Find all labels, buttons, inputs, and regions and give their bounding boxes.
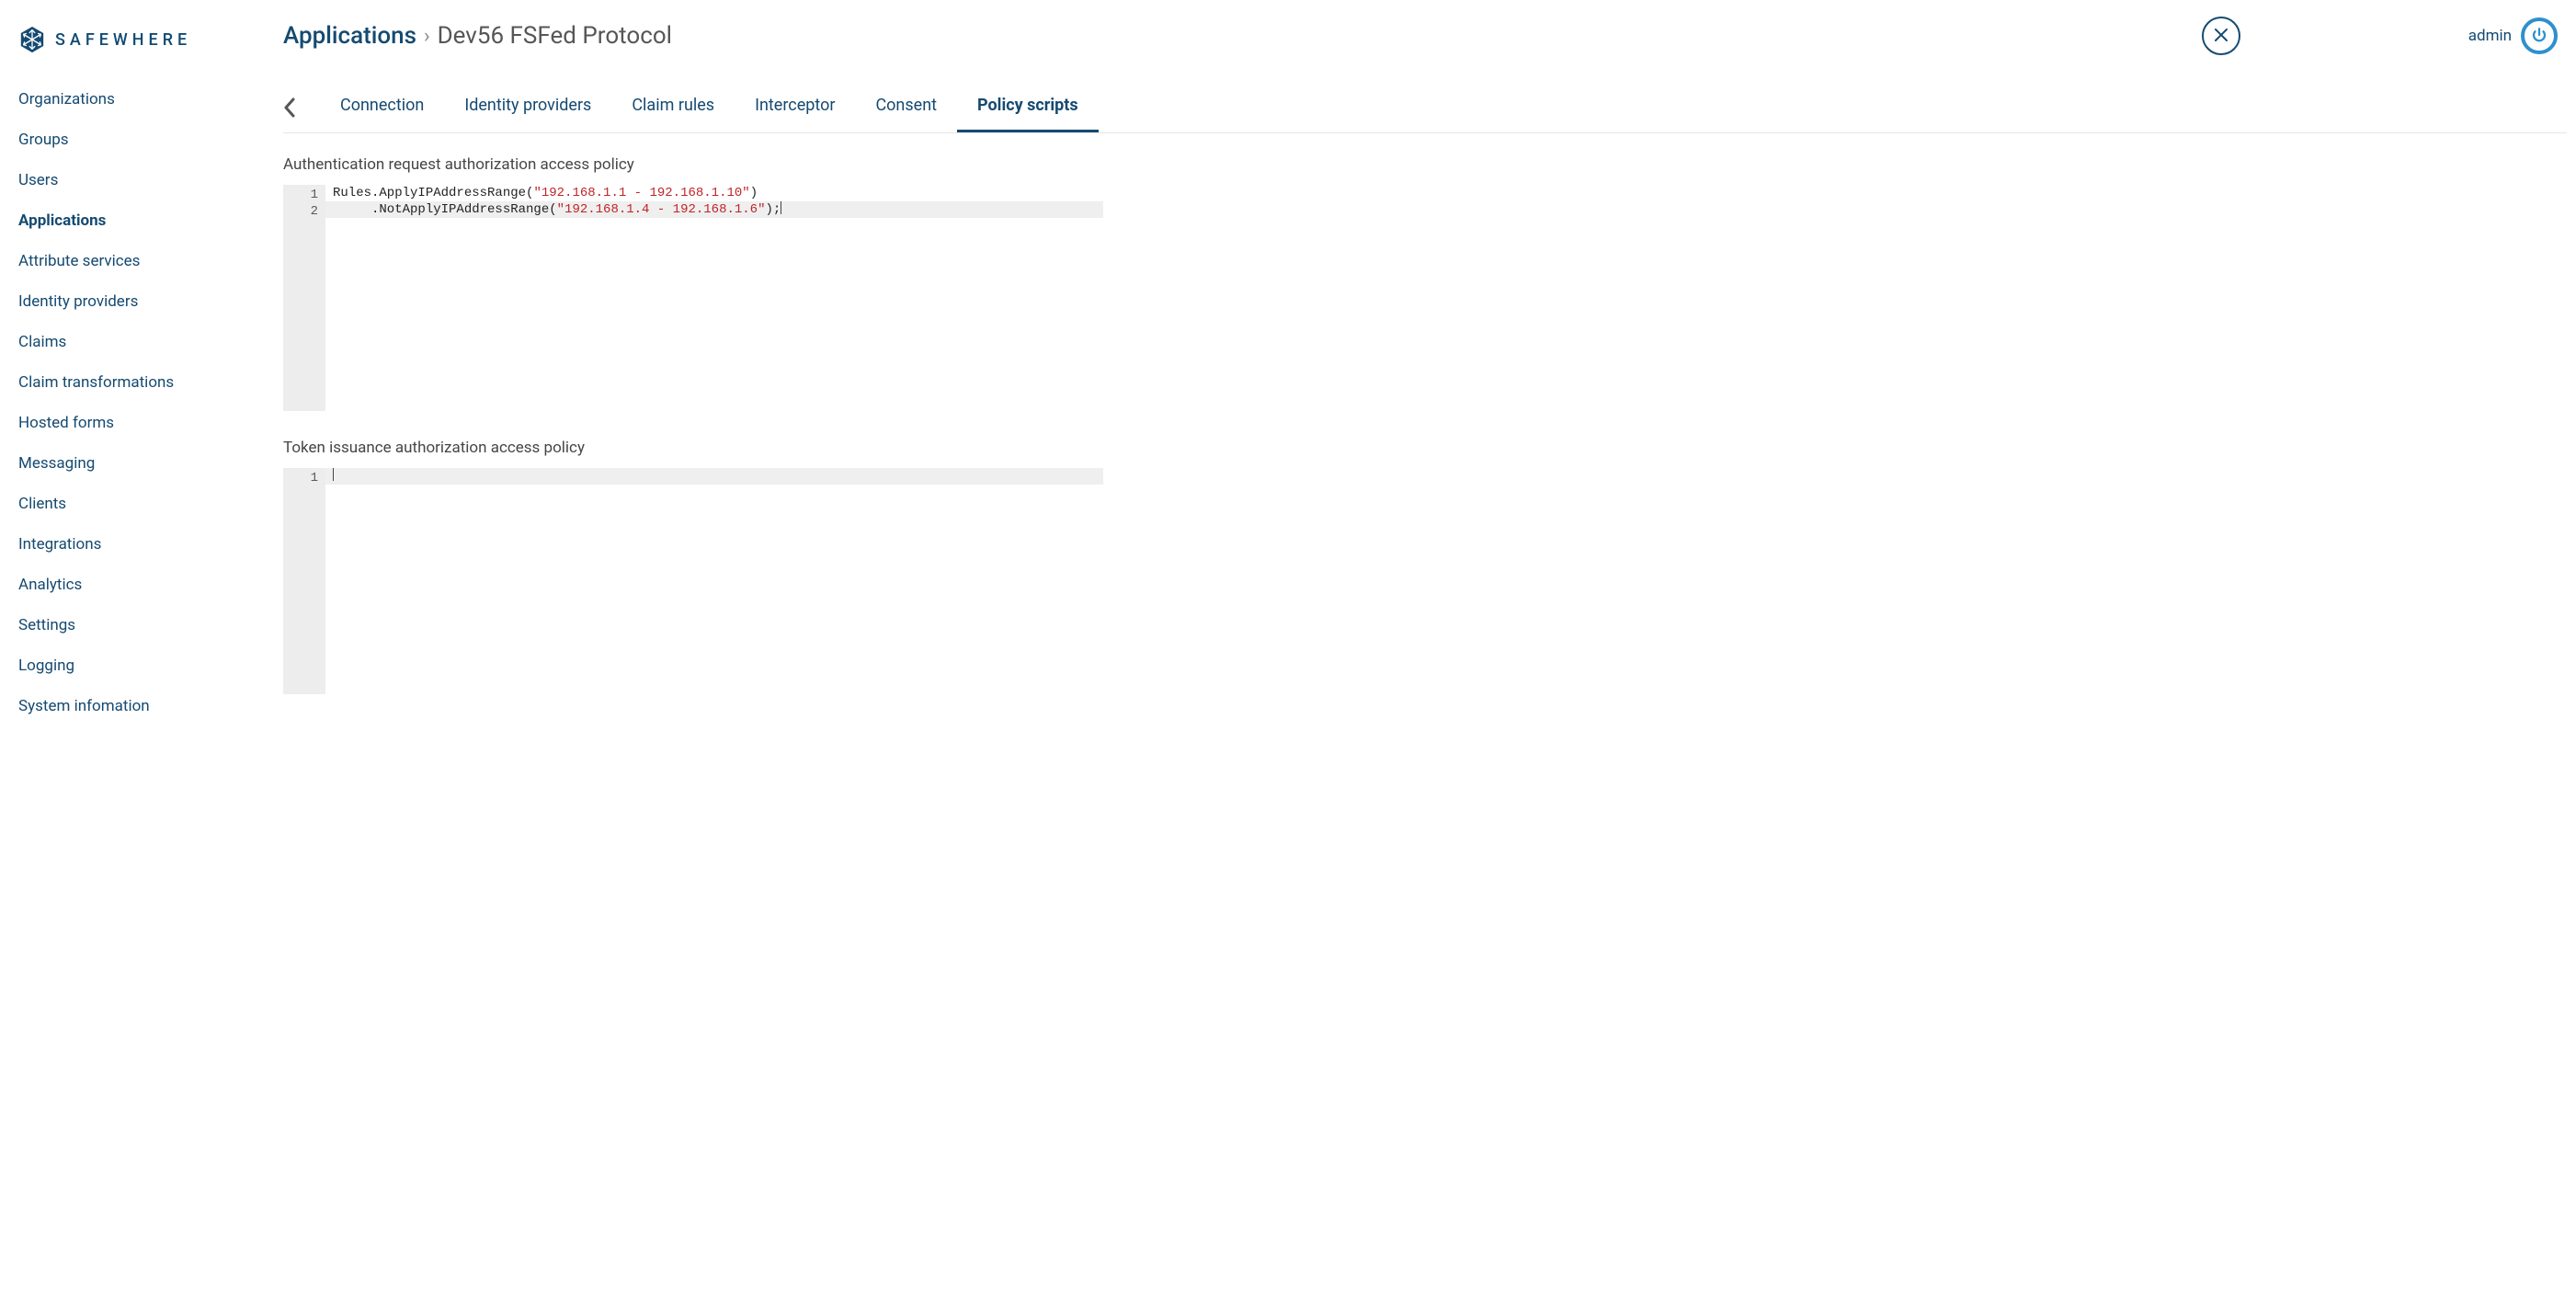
code-token: .NotApplyIPAddressRange( bbox=[333, 202, 557, 217]
code-gutter: 1 bbox=[283, 468, 325, 694]
code-token: Rules.ApplyIPAddressRange( bbox=[333, 186, 533, 200]
sidebar: SAFEWHERE Organizations Groups Users App… bbox=[0, 0, 267, 1313]
nav-list: Organizations Groups Users Applications … bbox=[0, 79, 267, 726]
sidebar-item-settings[interactable]: Settings bbox=[0, 605, 267, 645]
sidebar-item-applications[interactable]: Applications bbox=[0, 200, 267, 241]
tab-consent[interactable]: Consent bbox=[855, 88, 957, 132]
gutter-line: 2 bbox=[285, 203, 318, 220]
code-gutter: 1 2 bbox=[283, 185, 325, 411]
sidebar-item-attribute-services[interactable]: Attribute services bbox=[0, 241, 267, 281]
sidebar-item-logging[interactable]: Logging bbox=[0, 645, 267, 686]
sidebar-item-analytics[interactable]: Analytics bbox=[0, 565, 267, 605]
sidebar-item-claim-transformations[interactable]: Claim transformations bbox=[0, 362, 267, 403]
tab-interceptor[interactable]: Interceptor bbox=[735, 88, 855, 132]
snowflake-icon bbox=[18, 26, 46, 53]
text-caret bbox=[333, 468, 334, 481]
code-token: ); bbox=[765, 202, 781, 217]
tab-identity-providers[interactable]: Identity providers bbox=[444, 88, 611, 132]
user-name[interactable]: admin bbox=[2468, 27, 2512, 45]
back-button[interactable] bbox=[283, 97, 320, 124]
sidebar-item-groups[interactable]: Groups bbox=[0, 120, 267, 160]
tab-policy-scripts[interactable]: Policy scripts bbox=[957, 88, 1099, 132]
section-title-token: Token issuance authorization access poli… bbox=[283, 439, 2567, 457]
tab-connection[interactable]: Connection bbox=[320, 88, 444, 132]
code-line[interactable]: .NotApplyIPAddressRange("192.168.1.4 - 1… bbox=[325, 201, 1103, 218]
code-editor-auth[interactable]: 1 2 Rules.ApplyIPAddressRange("192.168.1… bbox=[283, 185, 1103, 411]
code-editor-token[interactable]: 1 bbox=[283, 468, 1103, 694]
close-icon bbox=[2214, 28, 2228, 45]
power-icon bbox=[2531, 27, 2548, 46]
tab-claim-rules[interactable]: Claim rules bbox=[611, 88, 735, 132]
code-line[interactable] bbox=[325, 468, 1103, 485]
code-token: ) bbox=[750, 186, 758, 200]
brand-name: SAFEWHERE bbox=[55, 30, 191, 50]
section-token-issuance-policy: Token issuance authorization access poli… bbox=[283, 439, 2567, 694]
sidebar-item-claims[interactable]: Claims bbox=[0, 322, 267, 362]
breadcrumb: Applications › Dev56 FSFed Protocol bbox=[283, 22, 672, 50]
code-string: "192.168.1.4 - 192.168.1.6" bbox=[557, 202, 766, 217]
breadcrumb-current: Dev56 FSFed Protocol bbox=[438, 22, 672, 50]
code-line[interactable]: Rules.ApplyIPAddressRange("192.168.1.1 -… bbox=[325, 185, 1103, 201]
code-body[interactable]: Rules.ApplyIPAddressRange("192.168.1.1 -… bbox=[325, 185, 1103, 411]
sidebar-item-identity-providers[interactable]: Identity providers bbox=[0, 281, 267, 322]
section-auth-request-policy: Authentication request authorization acc… bbox=[283, 155, 2567, 411]
sidebar-item-integrations[interactable]: Integrations bbox=[0, 524, 267, 565]
sidebar-item-messaging[interactable]: Messaging bbox=[0, 443, 267, 484]
sidebar-item-users[interactable]: Users bbox=[0, 160, 267, 200]
chevron-left-icon bbox=[283, 97, 296, 124]
sidebar-item-clients[interactable]: Clients bbox=[0, 484, 267, 524]
logout-button[interactable] bbox=[2521, 17, 2558, 54]
code-body[interactable] bbox=[325, 468, 1103, 694]
user-area: admin bbox=[2468, 17, 2558, 54]
breadcrumb-root[interactable]: Applications bbox=[283, 22, 416, 50]
code-string: "192.168.1.1 - 192.168.1.10" bbox=[533, 186, 749, 200]
gutter-line: 1 bbox=[285, 470, 318, 486]
brand-logo[interactable]: SAFEWHERE bbox=[0, 17, 267, 79]
main-content: Applications › Dev56 FSFed Protocol admi… bbox=[267, 0, 2576, 1313]
tab-bar: Connection Identity providers Claim rule… bbox=[283, 88, 2567, 133]
section-title-auth: Authentication request authorization acc… bbox=[283, 155, 2567, 174]
sidebar-item-system-infomation[interactable]: System infomation bbox=[0, 686, 267, 726]
close-button[interactable] bbox=[2202, 17, 2240, 55]
sidebar-item-organizations[interactable]: Organizations bbox=[0, 79, 267, 120]
sidebar-item-hosted-forms[interactable]: Hosted forms bbox=[0, 403, 267, 443]
chevron-right-icon: › bbox=[424, 25, 430, 48]
gutter-line: 1 bbox=[285, 187, 318, 203]
